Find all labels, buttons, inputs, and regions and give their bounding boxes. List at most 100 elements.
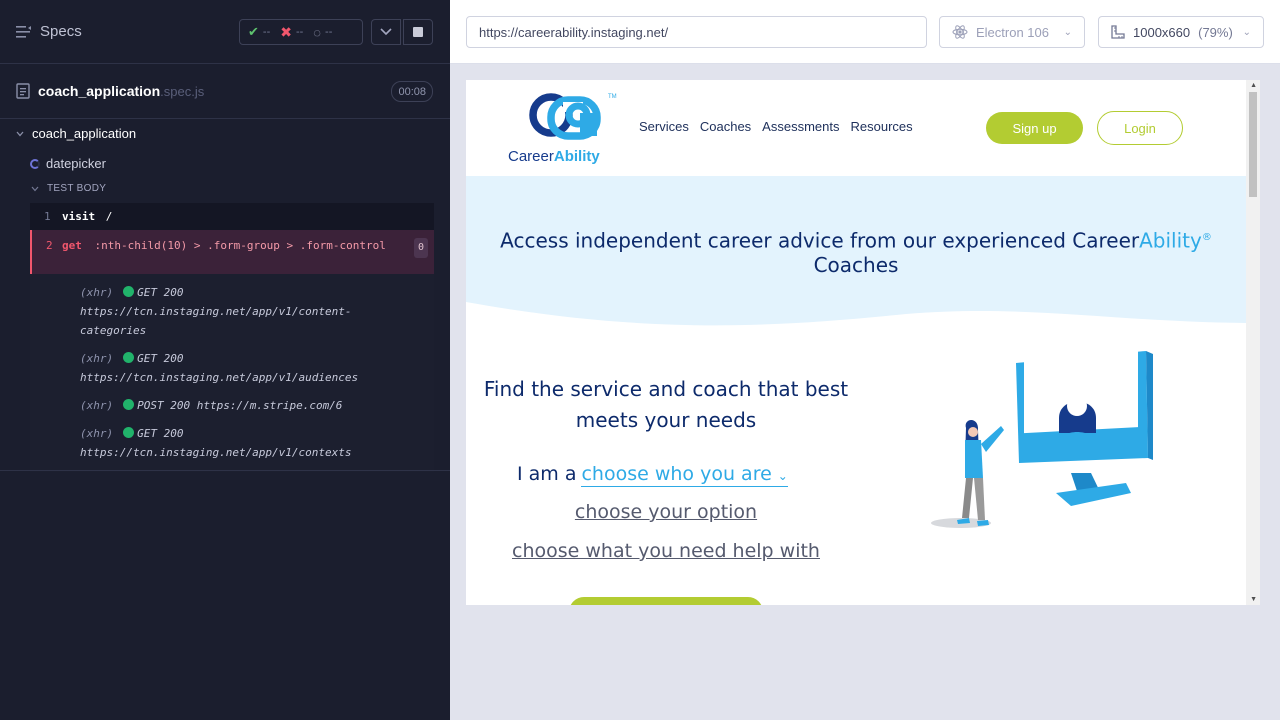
command-list: 1 visit / 2 get :nth-child(10) > .form-g… [30, 203, 434, 472]
nav-coaches[interactable]: Coaches [700, 119, 751, 134]
site-header: TM CareerAbility Services Coaches Assess… [466, 80, 1246, 176]
spec-file-ext: .spec.js [160, 83, 205, 99]
viewport-scale: (79%) [1198, 24, 1233, 40]
chevron-down-icon: ⌄ [1242, 26, 1251, 38]
xhr-kind: (xhr) [80, 399, 114, 412]
stop-icon [413, 27, 423, 37]
hero-heading: Access independent career advice from ou… [466, 226, 1246, 277]
hero-text-part2: Coaches [813, 252, 899, 277]
ruler-icon [1111, 25, 1125, 39]
x-icon: ✖ [280, 23, 292, 40]
browser-selector[interactable]: Electron 106 ⌄ [939, 16, 1085, 48]
chevron-down-icon [31, 186, 39, 191]
command-number: 1 [44, 210, 51, 223]
find-coach-title: Find the service and coach that best mee… [483, 377, 849, 432]
logo-ability: Ability [553, 148, 600, 165]
logo-text: CareerAbility [508, 148, 600, 165]
command-text: visit / [62, 210, 434, 223]
running-spinner-icon [30, 158, 40, 169]
xhr-kind: (xhr) [80, 286, 114, 299]
test-row[interactable]: datepicker [30, 156, 106, 171]
xhr-kind: (xhr) [80, 427, 114, 440]
command-name: get [62, 239, 82, 252]
xhr-row[interactable]: (xhr) GET 200 https://tcn.instaging.net/a… [30, 419, 434, 466]
check-icon: ✔ [248, 24, 259, 39]
document-icon [16, 83, 30, 99]
specs-label: Specs [40, 23, 82, 40]
test-title: datepicker [46, 156, 106, 171]
hero-text-part1: Access independent career advice from ou… [500, 228, 1140, 253]
i-am-label: I am a [517, 463, 577, 485]
status-dot-icon [123, 427, 135, 438]
xhr-url: https://tcn.instaging.net/app/v1/context… [80, 446, 352, 459]
signup-button[interactable]: Sign up [986, 112, 1083, 144]
chevron-down-icon: ⌄ [1063, 26, 1072, 38]
monitor-illustration [931, 349, 1153, 528]
chevron-down-icon: ⌄ [777, 469, 788, 483]
viewport-info[interactable]: 1000x660 (79%) ⌄ [1098, 16, 1264, 48]
hero-highlight: Ability [1139, 228, 1202, 253]
status-dot-icon [123, 286, 135, 297]
specs-menu-icon [16, 25, 31, 38]
xhr-method: GET 200 [137, 286, 184, 299]
spec-file-name: coach_application [38, 83, 161, 99]
xhr-list: (xhr) GET 200 https://tcn.instaging.net/a… [30, 274, 434, 472]
expand-button[interactable] [371, 19, 401, 45]
search-button[interactable] [569, 597, 763, 605]
run-duration: 00:08 [391, 81, 433, 102]
url-text: https://careerability.instaging.net/ [479, 24, 669, 40]
specs-toggle[interactable]: Specs [16, 23, 82, 40]
option-select[interactable]: choose your option [466, 501, 866, 523]
electron-icon [952, 25, 968, 39]
failed-command-row[interactable]: 2 get :nth-child(10) > .form-group > .fo… [30, 230, 434, 274]
command-message: / [105, 210, 113, 223]
command-message: :nth-child(10) > .form-group > .form-con… [94, 239, 386, 252]
xhr-url: https://tcn.instaging.net/app/v1/content… [80, 305, 352, 337]
failed-count: -- [295, 26, 304, 38]
xhr-row[interactable]: (xhr) GET 200 https://tcn.instaging.net/a… [30, 278, 434, 344]
careerability-logo[interactable]: TM CareerAbility [508, 90, 624, 165]
pending-count: -- [325, 26, 333, 38]
registered-mark: ® [1201, 232, 1212, 243]
scrollbar-thumb[interactable] [1249, 92, 1257, 197]
spec-file-row[interactable]: coach_application .spec.js 00:08 [0, 64, 450, 119]
run-stats: ✔ -- ✖ -- ◌ -- [239, 19, 363, 45]
help-with-select[interactable]: choose what you need help with [466, 540, 866, 562]
command-log-panel: Specs ✔ -- ✖ -- ◌ -- coach_application .… [0, 0, 450, 720]
nav-services[interactable]: Services [639, 119, 689, 134]
status-dot-icon [123, 352, 135, 363]
status-dot-icon [123, 399, 135, 410]
suite-row[interactable]: coach_application [16, 126, 136, 141]
scrollbar[interactable]: ▲ ▼ [1246, 80, 1260, 605]
i-am-row: I am a choose who you are ⌄ [517, 463, 788, 487]
scroll-down-icon[interactable]: ▼ [1250, 596, 1257, 603]
scroll-up-icon[interactable]: ▲ [1250, 82, 1257, 89]
divider [0, 470, 450, 471]
hero-banner: Access independent career advice from ou… [466, 176, 1246, 341]
xhr-method: GET 200 [137, 427, 184, 440]
who-you-are-select[interactable]: choose who you are ⌄ [581, 463, 788, 487]
xhr-row[interactable]: (xhr) POST 200 https://m.stripe.com/6 [30, 391, 434, 419]
nav-resources[interactable]: Resources [850, 119, 912, 134]
logo-mark-icon: TM [529, 93, 617, 140]
xhr-url: https://tcn.instaging.net/app/v1/audienc… [80, 371, 359, 384]
pending-icon: ◌ [313, 24, 322, 40]
xhr-row[interactable]: (xhr) GET 200 https://tcn.instaging.net/a… [30, 344, 434, 391]
login-button[interactable]: Login [1097, 111, 1183, 145]
element-count-badge: 0 [413, 238, 428, 258]
test-body-toggle[interactable]: TEST BODY [31, 183, 106, 194]
passed-count: -- [262, 26, 271, 38]
aut-toolbar: https://careerability.instaging.net/ Ele… [450, 0, 1280, 64]
main-nav: Services Coaches Assessments Resources [639, 119, 913, 134]
browser-name: Electron 106 [976, 24, 1049, 40]
nav-assessments[interactable]: Assessments [762, 119, 839, 134]
suite-title: coach_application [32, 126, 137, 141]
stop-button[interactable] [403, 19, 433, 45]
command-row[interactable]: 1 visit / [30, 203, 434, 230]
xhr-kind: (xhr) [80, 352, 114, 365]
xhr-method: POST 200 [137, 399, 191, 412]
test-body-label: TEST BODY [47, 183, 107, 194]
xhr-method: GET 200 [137, 352, 184, 365]
command-number: 2 [46, 239, 53, 252]
url-bar[interactable]: https://careerability.instaging.net/ [466, 16, 927, 48]
